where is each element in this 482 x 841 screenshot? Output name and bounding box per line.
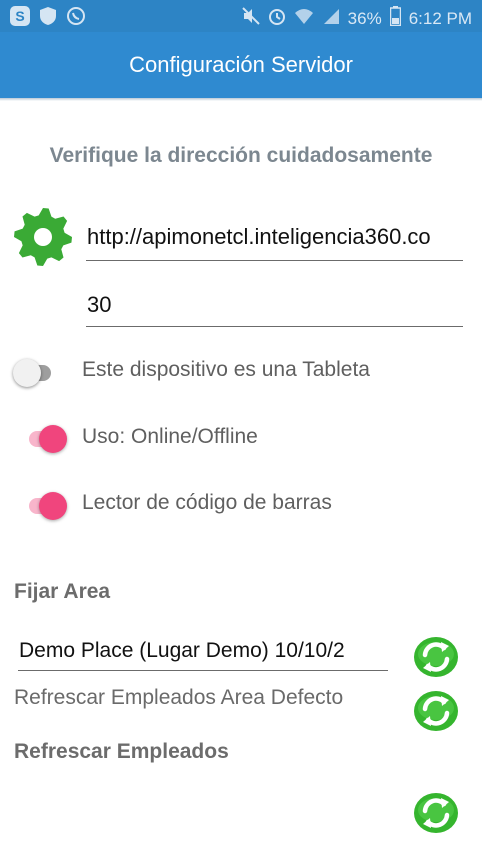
- area-section-title: Fijar Area: [14, 580, 111, 603]
- refresh-employees-title: Refrescar Empleados: [14, 740, 229, 763]
- status-bar: S 36% 6:12 PM: [0, 0, 482, 32]
- refresh-icon: [412, 686, 460, 734]
- tablet-toggle[interactable]: [13, 355, 59, 391]
- gear-icon[interactable]: [12, 206, 74, 268]
- server-url-input[interactable]: http://apimonetcl.inteligencia360.co: [86, 218, 463, 261]
- refresh-icon: [412, 788, 460, 836]
- clock: 6:12 PM: [408, 8, 472, 28]
- refresh-employees-button[interactable]: [412, 788, 460, 836]
- online-offline-toggle-label: Uso: Online/Offline: [82, 425, 258, 448]
- refresh-area-button[interactable]: [412, 632, 460, 680]
- barcode-reader-toggle[interactable]: [25, 488, 71, 524]
- page-title: Configuración Servidor: [129, 52, 353, 77]
- wifi-icon: [294, 7, 314, 30]
- area-select[interactable]: Demo Place (Lugar Demo) 10/10/2: [18, 632, 388, 671]
- app-bar: Configuración Servidor: [0, 32, 482, 98]
- online-offline-toggle[interactable]: [25, 421, 71, 457]
- refresh-default-area-button[interactable]: [412, 686, 460, 734]
- whatsapp-icon: [66, 6, 86, 31]
- shield-icon: [38, 6, 58, 31]
- signal-icon: [322, 7, 340, 30]
- area-select-value: Demo Place (Lugar Demo) 10/10/2: [19, 639, 345, 662]
- battery-icon: [389, 6, 401, 31]
- refresh-icon: [412, 632, 460, 680]
- alarm-icon: [268, 7, 286, 30]
- battery-percent: 36%: [347, 8, 382, 28]
- timeout-input[interactable]: 30: [86, 286, 463, 327]
- section-heading: Verifique la dirección cuidadosamente: [49, 144, 433, 167]
- tablet-toggle-label: Este dispositivo es una Tableta: [82, 358, 370, 381]
- barcode-reader-toggle-label: Lector de código de barras: [82, 491, 332, 514]
- refresh-default-area-label: Refrescar Empleados Area Defecto: [14, 686, 344, 709]
- timeout-value: 30: [87, 292, 112, 317]
- server-url-value: http://apimonetcl.inteligencia360.co: [87, 224, 431, 249]
- mute-icon: [241, 7, 260, 30]
- app-bar-shadow: [0, 98, 482, 101]
- skype-icon: S: [10, 6, 30, 26]
